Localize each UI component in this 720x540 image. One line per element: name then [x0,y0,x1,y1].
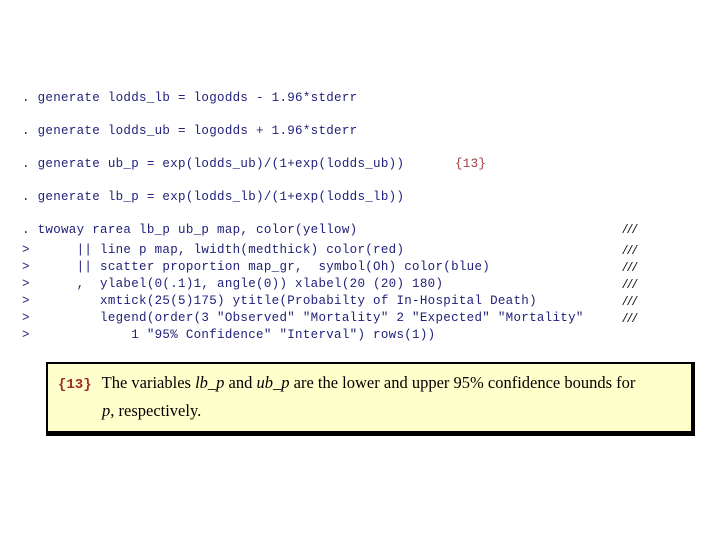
code-line-labels: > , ylabel(0(.1)1, angle(0)) xlabel(20 (… [0,276,720,293]
code-line-text: > || line p map, lwidth(medthick) color(… [22,243,405,257]
continuation-marker: /// [623,243,638,258]
code-line-twoway: . twoway rarea lb_p ub_p map, color(yell… [0,218,720,242]
code-line-text: . generate lb_p = exp(lodds_lb)/(1+exp(l… [22,190,405,204]
continuation-marker: /// [623,311,638,326]
code-line: . generate lodds_ub = logodds + 1.96*std… [0,119,720,143]
code-line-legend-cont: > 1 "95% Confidence" "Interval") rows(1)… [0,327,720,344]
code-line-text: > legend(order(3 "Observed" "Mortality" … [22,311,584,325]
continuation-marker: /// [623,294,638,309]
callout-variable-lb-p: lb_p [195,373,225,392]
code-line-text: . generate ub_p = exp(lodds_ub)/(1+exp(l… [22,157,405,171]
reference-tag-13: {13} [455,157,487,171]
slide-canvas: . generate lodds_lb = logodds - 1.96*std… [0,0,720,540]
callout-text-part3: are the lower and upper 95% confidence b… [289,373,636,392]
code-line: . generate ub_p = exp(lodds_ub)/(1+exp(l… [0,152,720,176]
callout-note-box: {13} The variables lb_p and ub_p are the … [46,362,695,436]
code-line-legend: > legend(order(3 "Observed" "Mortality" … [0,310,720,327]
stata-console-code-block: . generate lodds_lb = logodds - 1.96*std… [0,86,720,344]
continuation-marker: /// [623,260,638,275]
callout-variable-ub-p: ub_p [256,373,290,392]
callout-text: The variables lb_p and ub_p are the lowe… [102,373,636,392]
code-line-text: > , ylabel(0(.1)1, angle(0)) xlabel(20 (… [22,277,444,291]
continuation-marker: /// [623,222,638,237]
code-line-ticks-title: > xmtick(25(5)175) ytitle(Probabilty of … [0,293,720,310]
code-line-text: . generate lodds_ub = logodds + 1.96*std… [22,124,358,138]
code-line: . generate lb_p = exp(lodds_lb)/(1+exp(l… [0,185,720,209]
code-spacer [0,176,720,185]
code-spacer [0,110,720,119]
callout-text-part1: The variables [101,373,196,392]
continuation-marker: /// [623,277,638,292]
code-line-line: > || line p map, lwidth(medthick) color(… [0,242,720,259]
code-line: . generate lodds_lb = logodds - 1.96*std… [0,86,720,110]
code-spacer [0,209,720,218]
callout-variable-p: p [102,401,111,420]
callout-second-line: p, respectively. [58,398,681,423]
code-line-text: > xmtick(25(5)175) ytitle(Probabilty of … [22,294,537,308]
code-spacer [0,143,720,152]
code-line-text: . twoway rarea lb_p ub_p map, color(yell… [22,223,358,237]
code-line-text: > 1 "95% Confidence" "Interval") rows(1)… [22,328,436,342]
callout-text-part4: , respectively. [110,401,202,420]
code-line-scatter: > || scatter proportion map_gr, symbol(O… [0,259,720,276]
code-line-text: . generate lodds_lb = logodds - 1.96*std… [22,91,358,105]
callout-number: {13} [58,377,92,393]
code-line-text: > || scatter proportion map_gr, symbol(O… [22,260,491,274]
callout-text-part2: and [224,373,257,392]
